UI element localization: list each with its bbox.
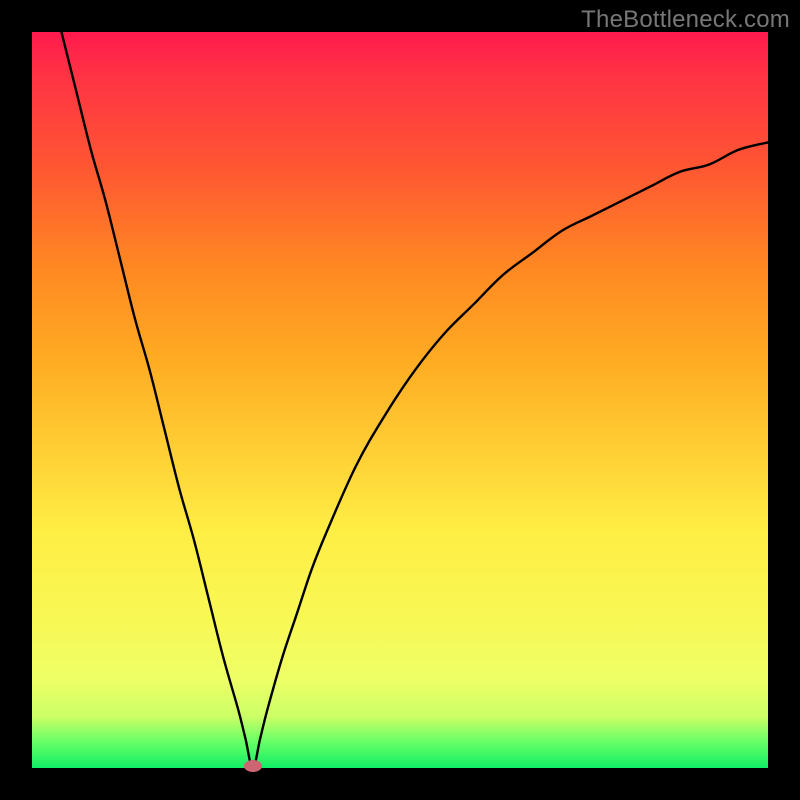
watermark-text: TheBottleneck.com	[581, 6, 790, 34]
minimum-marker	[244, 760, 262, 772]
bottleneck-curve	[32, 32, 768, 768]
chart-plot-area	[32, 32, 768, 768]
